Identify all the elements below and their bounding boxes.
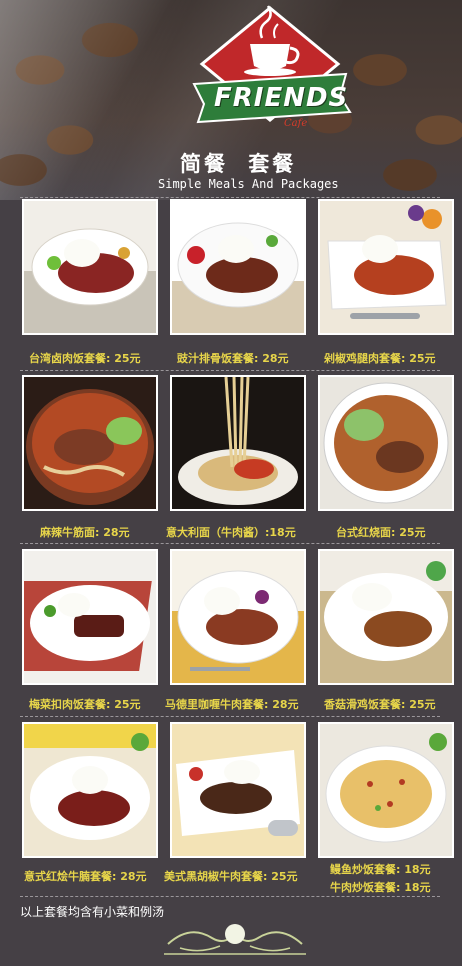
floral-ornament-icon — [160, 918, 310, 962]
brand-name: FRIENDS — [214, 83, 349, 113]
dish-photo-7 — [22, 549, 158, 685]
item-label-1: 台湾卤肉饭套餐: 25元 — [29, 352, 141, 365]
dish-photo-1 — [22, 199, 158, 335]
dish-photo-11 — [170, 722, 306, 858]
divider — [20, 370, 440, 371]
dish-photo-2 — [170, 199, 306, 335]
item-label-5: 意大利面（牛肉酱）:18元 — [166, 526, 296, 539]
dish-photo-12 — [318, 722, 454, 858]
item-label-11: 美式黑胡椒牛肉套餐: 25元 — [164, 870, 298, 883]
divider — [20, 896, 440, 897]
dish-photo-10 — [22, 722, 158, 858]
dish-photo-4 — [22, 375, 158, 511]
item-label-13: 牛肉炒饭套餐: 18元 — [330, 881, 431, 894]
divider — [20, 716, 440, 717]
item-label-12: 鳗鱼炒饭套餐: 18元 — [330, 863, 431, 876]
item-label-9: 香菇滑鸡饭套餐: 25元 — [324, 698, 436, 711]
item-label-7: 梅菜扣肉饭套餐: 25元 — [29, 698, 141, 711]
footer-note: 以上套餐均含有小菜和例汤 — [20, 905, 165, 919]
item-label-4: 麻辣牛筋面: 28元 — [40, 526, 130, 539]
dish-photo-3 — [318, 199, 454, 335]
cafe-logo — [180, 0, 360, 145]
item-label-8: 马德里咖喱牛肉套餐: 28元 — [165, 698, 299, 711]
brand-sub: Cafe — [284, 118, 308, 129]
item-label-10: 意式红烩牛腩套餐: 28元 — [24, 870, 147, 883]
dish-photo-6 — [318, 375, 454, 511]
item-label-6: 台式红烧面: 25元 — [336, 526, 426, 539]
menu-subtitle: Simple Meals And Packages — [158, 177, 339, 191]
divider — [20, 543, 440, 544]
dish-photo-5 — [170, 375, 306, 511]
menu-title: 简餐 套餐 — [180, 152, 297, 176]
divider — [20, 197, 440, 198]
dish-photo-8 — [170, 549, 306, 685]
item-label-3: 剁椒鸡腿肉套餐: 25元 — [324, 352, 436, 365]
item-label-2: 豉汁排骨饭套餐: 28元 — [177, 352, 289, 365]
dish-photo-9 — [318, 549, 454, 685]
